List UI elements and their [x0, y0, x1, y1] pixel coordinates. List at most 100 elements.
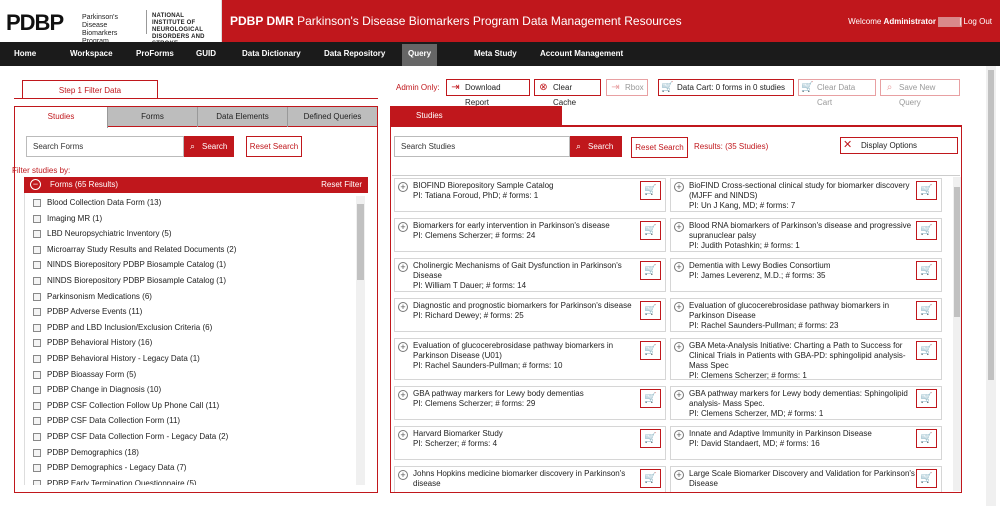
- nav-item-guid[interactable]: GUID: [190, 42, 222, 66]
- study-title[interactable]: BIOFIND Biorepository Sample Catalog: [413, 181, 639, 191]
- list-item[interactable]: PDBP CSF Data Collection Form - Legacy D…: [25, 429, 357, 445]
- nav-item-account-management[interactable]: Account Management: [534, 42, 629, 66]
- checkbox[interactable]: [33, 448, 41, 457]
- scroll-thumb[interactable]: [954, 187, 960, 317]
- study-title[interactable]: Dementia with Lewy Bodies Consortium: [689, 261, 915, 271]
- checkbox[interactable]: [33, 214, 41, 223]
- study-card[interactable]: + Dementia with Lewy Bodies Consortium PI:…: [670, 258, 942, 292]
- study-card[interactable]: + GBA Meta-Analysis Initiative: Charting …: [670, 338, 942, 380]
- expand-icon[interactable]: +: [398, 302, 408, 312]
- add-to-cart-icon[interactable]: 🛒: [916, 221, 937, 240]
- list-item[interactable]: PDBP Early Termination Questionnaire (5): [25, 476, 357, 485]
- study-title[interactable]: Harvard Biomarker Study: [413, 429, 639, 439]
- clear-cache-button[interactable]: ⊗ Clear Cache: [534, 79, 601, 107]
- study-title[interactable]: Cholinergic Mechanisms of Gait Dysfuncti…: [413, 261, 639, 281]
- add-to-cart-icon[interactable]: 🛒: [640, 469, 661, 488]
- forms-filter-header[interactable]: − Forms (65 Results) Reset Filter: [24, 177, 368, 193]
- checkbox[interactable]: [33, 417, 41, 426]
- add-to-cart-icon[interactable]: 🛒: [640, 261, 661, 280]
- add-to-cart-icon[interactable]: 🛒: [640, 429, 661, 448]
- study-card[interactable]: + Johns Hopkins medicine biomarker discov…: [394, 466, 666, 492]
- study-card[interactable]: + Biomarkers for early intervention in Pa…: [394, 218, 666, 252]
- collapse-icon[interactable]: −: [30, 179, 41, 190]
- add-to-cart-icon[interactable]: 🛒: [916, 429, 937, 448]
- expand-icon[interactable]: +: [398, 390, 408, 400]
- checkbox[interactable]: [33, 230, 41, 239]
- checkbox[interactable]: [33, 245, 41, 254]
- study-card[interactable]: + Large Scale Biomarker Discovery and Val…: [670, 466, 942, 492]
- checkbox[interactable]: [33, 401, 41, 410]
- study-card[interactable]: + GBA pathway markers for Lewy body demen…: [670, 386, 942, 420]
- expand-icon[interactable]: +: [398, 342, 408, 352]
- list-item[interactable]: PDBP Behavioral History - Legacy Data (1…: [25, 351, 357, 367]
- nav-item-data-repository[interactable]: Data Repository: [318, 42, 391, 66]
- study-card[interactable]: + BioFIND Cross-sectional clinical study …: [670, 178, 942, 212]
- add-to-cart-icon[interactable]: 🛒: [916, 261, 937, 280]
- forms-list-scrollbar[interactable]: [356, 196, 365, 485]
- scroll-thumb[interactable]: [988, 70, 994, 380]
- study-card[interactable]: + Cholinergic Mechanisms of Gait Dysfunct…: [394, 258, 666, 292]
- search-forms-input[interactable]: Search Forms: [26, 136, 184, 157]
- search-studies-button[interactable]: ⌕ Search: [570, 136, 622, 157]
- checkbox[interactable]: [33, 370, 41, 379]
- step1-filter-tab[interactable]: Step 1 Filter Data: [22, 80, 158, 99]
- list-item[interactable]: LBD Neuropsychiatric Inventory (5): [25, 226, 357, 242]
- list-item[interactable]: PDBP Demographics (18): [25, 445, 357, 461]
- list-item[interactable]: PDBP Bioassay Form (5): [25, 367, 357, 383]
- study-card[interactable]: + BIOFIND Biorepository Sample Catalog PI:…: [394, 178, 666, 212]
- list-item[interactable]: PDBP Change in Diagnosis (10): [25, 382, 357, 398]
- checkbox[interactable]: [33, 308, 41, 317]
- list-item[interactable]: PDBP Demographics - Legacy Data (7): [25, 460, 357, 476]
- study-card[interactable]: + Harvard Biomarker Study PI: Scherzer; # …: [394, 426, 666, 460]
- list-item[interactable]: PDBP CSF Data Collection Form (11): [25, 413, 357, 429]
- study-title[interactable]: GBA Meta-Analysis Initiative: Charting a…: [689, 341, 915, 371]
- expand-icon[interactable]: +: [674, 342, 684, 352]
- reset-forms-search-button[interactable]: Reset Search: [246, 136, 302, 157]
- expand-icon[interactable]: +: [398, 262, 408, 272]
- tab-studies[interactable]: Studies: [15, 107, 108, 128]
- checkbox[interactable]: [33, 292, 41, 301]
- study-card[interactable]: + Diagnostic and prognostic biomarkers fo…: [394, 298, 666, 332]
- list-item[interactable]: NINDS Biorepository PDBP Biosample Catal…: [25, 273, 357, 289]
- list-item[interactable]: PDBP and LBD Inclusion/Exclusion Criteri…: [25, 320, 357, 336]
- checkbox[interactable]: [33, 479, 41, 485]
- logout-link[interactable]: | Log Out: [959, 17, 992, 26]
- nav-item-home[interactable]: Home: [8, 42, 42, 66]
- reset-filter-link[interactable]: Reset Filter: [321, 177, 362, 193]
- expand-icon[interactable]: +: [674, 470, 684, 480]
- study-card[interactable]: + GBA pathway markers for Lewy body demen…: [394, 386, 666, 420]
- checkbox[interactable]: [33, 355, 41, 363]
- tab-data-elements[interactable]: Data Elements: [198, 107, 288, 127]
- expand-icon[interactable]: +: [398, 470, 408, 480]
- pdbp-logo[interactable]: PDBP Parkinson's Disease Biomarkers Prog…: [0, 0, 222, 47]
- study-title[interactable]: Diagnostic and prognostic biomarkers for…: [413, 301, 639, 311]
- study-title[interactable]: Innate and Adaptive Immunity in Parkinso…: [689, 429, 915, 439]
- add-to-cart-icon[interactable]: 🛒: [640, 341, 661, 360]
- checkbox[interactable]: [33, 199, 41, 207]
- study-title[interactable]: GBA pathway markers for Lewy body dement…: [413, 389, 639, 399]
- expand-icon[interactable]: +: [674, 302, 684, 312]
- add-to-cart-icon[interactable]: 🛒: [916, 469, 937, 488]
- study-title[interactable]: Biomarkers for early intervention in Par…: [413, 221, 639, 231]
- nav-item-workspace[interactable]: Workspace: [64, 42, 119, 66]
- search-forms-button[interactable]: ⌕ Search: [184, 136, 234, 157]
- add-to-cart-icon[interactable]: 🛒: [916, 389, 937, 408]
- list-item[interactable]: PDBP Behavioral History (16): [25, 335, 357, 351]
- add-to-cart-icon[interactable]: 🛒: [916, 301, 937, 320]
- expand-icon[interactable]: +: [398, 430, 408, 440]
- study-title[interactable]: Evaluation of glucocerebrosidase pathway…: [413, 341, 639, 361]
- study-card[interactable]: + Evaluation of glucocerebrosidase pathwa…: [670, 298, 942, 332]
- checkbox[interactable]: [33, 339, 41, 348]
- reset-studies-search-button[interactable]: Reset Search: [631, 137, 688, 158]
- add-to-cart-icon[interactable]: 🛒: [916, 341, 937, 360]
- tab-defined-queries[interactable]: Defined Queries: [288, 107, 377, 127]
- study-title[interactable]: BioFIND Cross-sectional clinical study f…: [689, 181, 915, 201]
- checkbox[interactable]: [33, 323, 41, 332]
- study-title[interactable]: Blood RNA biomarkers of Parkinson's dise…: [689, 221, 915, 241]
- add-to-cart-icon[interactable]: 🛒: [640, 181, 661, 200]
- tab-forms[interactable]: Forms: [108, 107, 198, 127]
- rbox-button[interactable]: ⇥ Rbox: [606, 79, 648, 96]
- list-item[interactable]: Blood Collection Data Form (13): [25, 195, 357, 211]
- search-studies-input[interactable]: Search Studies: [394, 136, 570, 157]
- expand-icon[interactable]: +: [674, 182, 684, 192]
